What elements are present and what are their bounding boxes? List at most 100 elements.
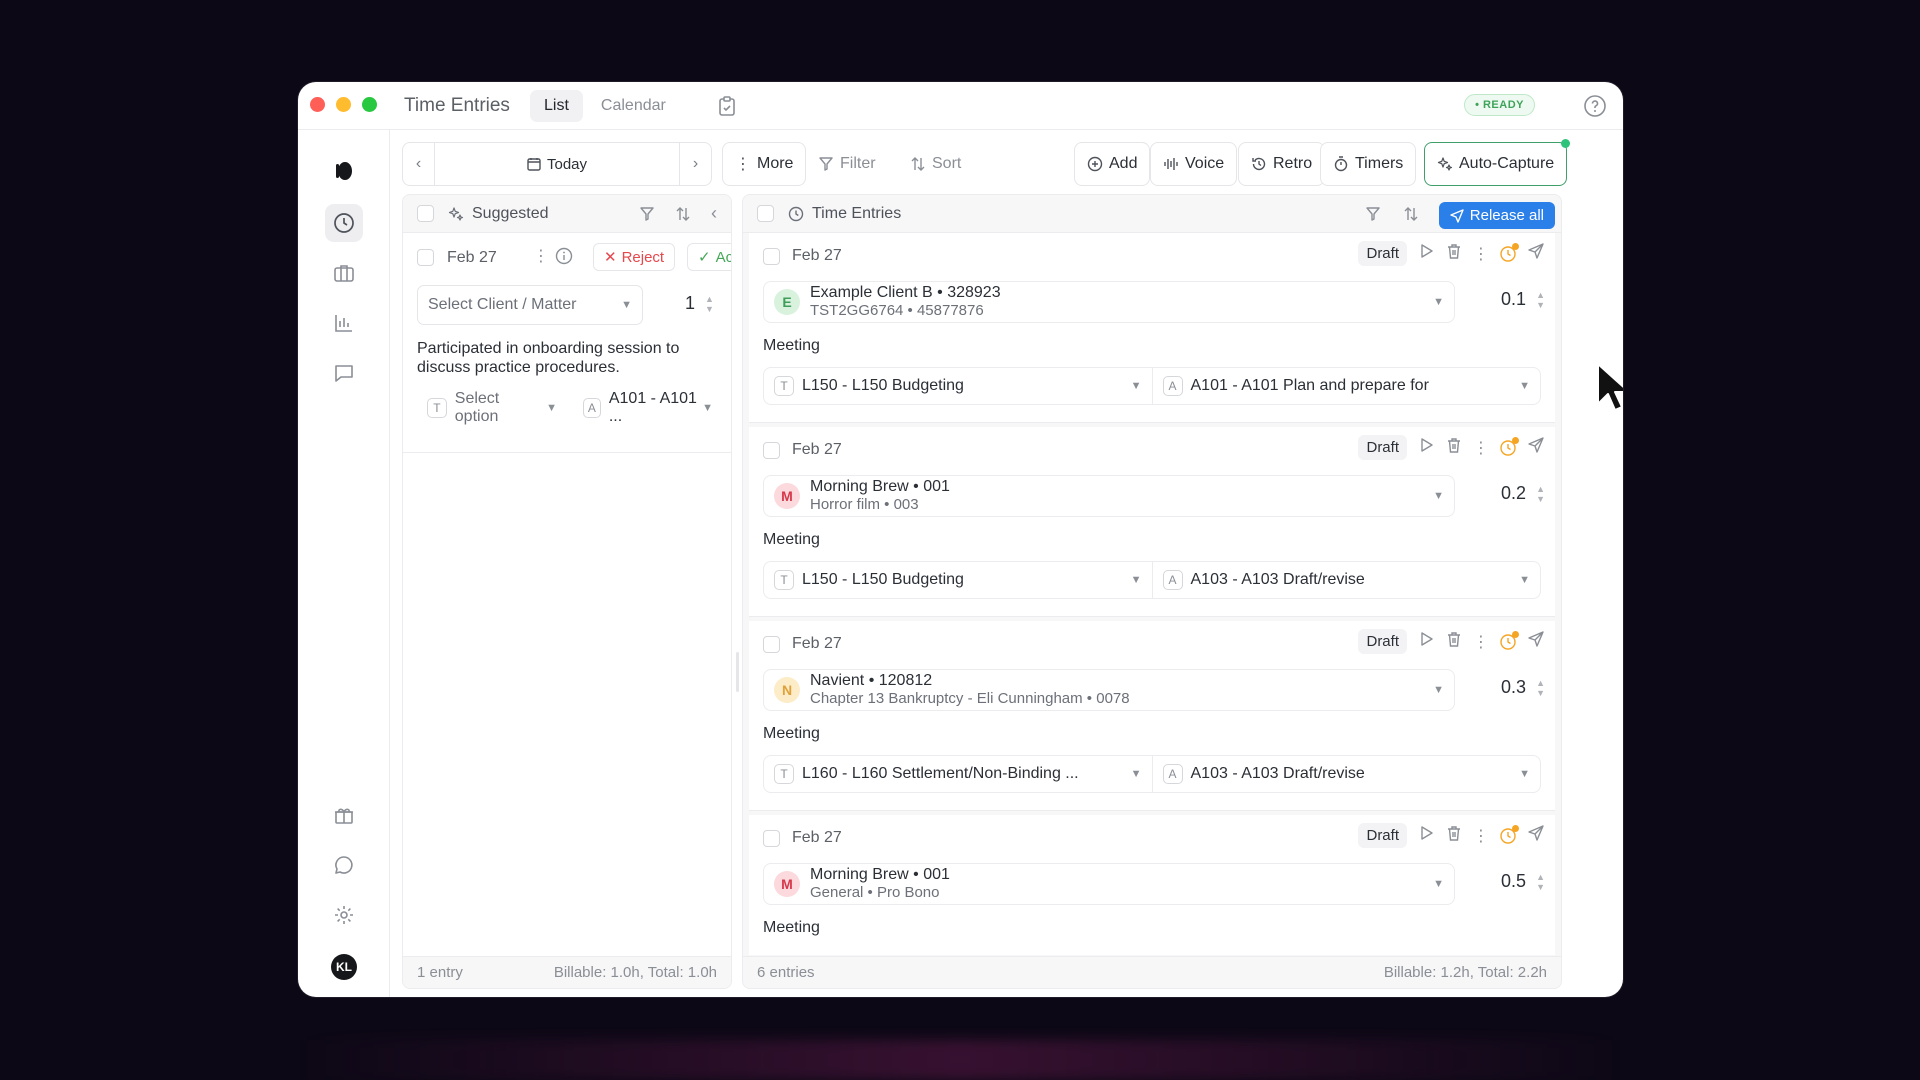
entry-description[interactable]: Meeting	[763, 337, 820, 355]
filter-icon[interactable]	[1365, 206, 1381, 222]
user-avatar[interactable]: KL	[331, 954, 357, 980]
entry-actions: Draft ⋮	[1358, 241, 1545, 266]
task-select[interactable]: T Select option ▼	[417, 390, 567, 425]
auto-capture-button[interactable]: Auto-Capture	[1424, 139, 1571, 186]
gift-icon[interactable]	[325, 796, 363, 834]
entry-checkbox[interactable]	[763, 635, 780, 653]
more-vertical-icon[interactable]: ⋮	[1473, 244, 1489, 264]
play-icon[interactable]	[1417, 242, 1435, 265]
task-placeholder: Select option	[454, 390, 500, 425]
briefcase-icon[interactable]	[325, 254, 363, 292]
activity-code-select[interactable]: A A101 - A101 Plan and prepare for ▼	[1151, 368, 1541, 404]
hours-stepper[interactable]: 0.5 ▲ ▼	[1501, 871, 1545, 892]
today-button[interactable]: Today	[435, 156, 679, 173]
task-code-select[interactable]: T L150 - L150 Budgeting ▼	[764, 562, 1152, 598]
entry-description[interactable]: Participated in onboarding session to di…	[417, 339, 717, 377]
clock-icon[interactable]	[325, 204, 363, 242]
entry-description[interactable]: Meeting	[763, 919, 820, 937]
more-button[interactable]: ⋮ More	[722, 142, 807, 186]
play-icon[interactable]	[1417, 824, 1435, 847]
client-matter-select[interactable]: M Morning Brew • 001 General • Pro Bono …	[763, 863, 1455, 905]
message-square-icon[interactable]	[325, 354, 363, 392]
client-avatar: M	[774, 483, 800, 509]
filter-button[interactable]: Filter	[806, 142, 888, 186]
timer-alert-icon[interactable]	[1499, 436, 1519, 457]
gear-icon[interactable]	[325, 896, 363, 934]
sort-icon[interactable]	[675, 206, 691, 222]
timer-alert-icon[interactable]	[1499, 630, 1519, 651]
send-icon[interactable]	[1527, 630, 1545, 653]
suggested-footer: 1 entry Billable: 1.0h, Total: 1.0h	[403, 956, 731, 988]
sort-icon[interactable]	[1403, 206, 1419, 222]
task-code-select[interactable]: T L150 - L150 Budgeting ▼	[764, 368, 1152, 404]
more-vertical-icon[interactable]: ⋮	[1473, 438, 1489, 458]
minimize-window-button[interactable]	[336, 97, 351, 112]
client-matter-select[interactable]: Select Client / Matter ▼	[417, 285, 643, 325]
stepper-arrows-icon[interactable]: ▲ ▼	[1536, 484, 1545, 504]
more-vertical-icon[interactable]: ⋮	[1473, 826, 1489, 846]
send-icon[interactable]	[1527, 436, 1545, 459]
entry-checkbox[interactable]	[763, 247, 780, 265]
play-icon[interactable]	[1417, 630, 1435, 653]
send-icon[interactable]	[1527, 242, 1545, 265]
chevron-right-icon[interactable]: ›	[679, 143, 711, 185]
add-button[interactable]: Add	[1074, 142, 1151, 186]
tab-list[interactable]: List	[530, 90, 583, 122]
stepper-arrows-icon[interactable]: ▲ ▼	[1536, 872, 1545, 892]
client-matter-select[interactable]: M Morning Brew • 001 Horror film • 003 ▼	[763, 475, 1455, 517]
client-matter-select[interactable]: N Navient • 120812 Chapter 13 Bankruptcy…	[763, 669, 1455, 711]
timers-label: Timers	[1355, 155, 1404, 172]
accept-button[interactable]: ✓ Accept	[687, 243, 731, 271]
reject-button[interactable]: ✕ Reject	[593, 243, 676, 271]
more-vertical-icon[interactable]: ⋮	[533, 246, 549, 266]
select-all-entries-checkbox[interactable]	[757, 205, 774, 222]
close-window-button[interactable]	[310, 97, 325, 112]
voice-label: Voice	[1185, 155, 1225, 172]
help-icon[interactable]	[1583, 94, 1607, 123]
chevron-left-icon[interactable]: ‹	[403, 143, 435, 185]
task-code-select[interactable]: T L160 - L160 Settlement/Non-Binding ...…	[764, 756, 1152, 792]
hours-stepper[interactable]: 0.3 ▲ ▼	[1501, 677, 1545, 698]
entry-checkbox[interactable]	[763, 441, 780, 459]
time-entries-title: Time Entries	[788, 205, 901, 223]
info-icon[interactable]	[555, 247, 573, 270]
activity-code-select[interactable]: A A103 - A103 Draft/revise ▼	[1151, 562, 1541, 598]
retro-button[interactable]: Retro	[1238, 142, 1326, 186]
chat-bubble-icon[interactable]	[325, 846, 363, 884]
activity-select[interactable]: A A101 - A101 ... ▼	[573, 390, 723, 425]
trash-icon[interactable]	[1445, 242, 1463, 265]
release-all-button[interactable]: Release all	[1438, 202, 1555, 229]
trash-icon[interactable]	[1445, 824, 1463, 847]
bar-chart-icon[interactable]	[325, 304, 363, 342]
play-icon[interactable]	[1417, 436, 1435, 459]
send-icon[interactable]	[1527, 824, 1545, 847]
stepper-arrows-icon[interactable]: ▲ ▼	[705, 294, 714, 314]
timer-alert-icon[interactable]	[1499, 242, 1519, 263]
timer-alert-icon[interactable]	[1499, 824, 1519, 845]
panel-resize-handle[interactable]	[736, 652, 739, 692]
entry-checkbox[interactable]	[763, 829, 780, 847]
stepper-arrows-icon[interactable]: ▲ ▼	[1536, 290, 1545, 310]
tab-calendar[interactable]: Calendar	[587, 90, 680, 122]
clipboard-icon[interactable]	[718, 96, 736, 121]
hours-stepper[interactable]: 0.2 ▲ ▼	[1501, 483, 1545, 504]
entry-actions: Draft ⋮	[1358, 435, 1545, 460]
entry-description[interactable]: Meeting	[763, 531, 820, 549]
trash-icon[interactable]	[1445, 436, 1463, 459]
filter-icon[interactable]	[639, 206, 655, 222]
hours-stepper[interactable]: 1 ▲ ▼	[685, 293, 714, 314]
select-all-suggested-checkbox[interactable]	[417, 205, 434, 222]
trash-icon[interactable]	[1445, 630, 1463, 653]
collapse-panel-icon[interactable]: ‹	[711, 203, 717, 224]
timers-button[interactable]: Timers	[1320, 142, 1417, 186]
entry-checkbox[interactable]	[417, 249, 434, 266]
client-matter-select[interactable]: E Example Client B • 328923 TST2GG6764 •…	[763, 281, 1455, 323]
more-vertical-icon[interactable]: ⋮	[1473, 632, 1489, 652]
maximize-window-button[interactable]	[362, 97, 377, 112]
sort-button[interactable]: Sort	[898, 142, 974, 186]
stepper-arrows-icon[interactable]: ▲ ▼	[1536, 678, 1545, 698]
activity-code-select[interactable]: A A103 - A103 Draft/revise ▼	[1151, 756, 1541, 792]
entry-description[interactable]: Meeting	[763, 725, 820, 743]
hours-stepper[interactable]: 0.1 ▲ ▼	[1501, 289, 1545, 310]
voice-button[interactable]: Voice	[1150, 142, 1238, 186]
